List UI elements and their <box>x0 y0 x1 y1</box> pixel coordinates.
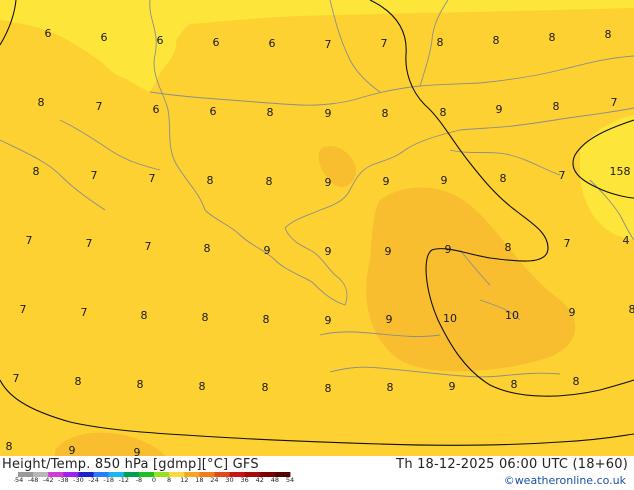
isotherm-value-label: 8 <box>33 165 40 178</box>
isotherm-value-label: 10 <box>505 309 519 322</box>
colorbar-tick-label: 18 <box>195 476 203 482</box>
isotherm-value-label: 7 <box>564 237 571 250</box>
isotherm-value-label: 8 <box>605 28 612 41</box>
colorbar-tick-label: 12 <box>180 476 188 482</box>
isotherm-value-label: 8 <box>267 106 274 119</box>
isotherm-value-label: 8 <box>500 172 507 185</box>
isotherm-value-label: 8 <box>440 106 447 119</box>
colorbar-tick-label: -18 <box>103 476 114 482</box>
isotherm-value-label: 8 <box>387 381 394 394</box>
isotherm-value-label: 8 <box>511 378 518 391</box>
isotherm-value-label: 9 <box>441 174 448 187</box>
isotherm-value-label: 6 <box>153 103 160 116</box>
isotherm-value-label: 7 <box>13 372 20 385</box>
isotherm-value-label: 8 <box>573 375 580 388</box>
isotherm-value-label: 7 <box>86 237 93 250</box>
isotherm-value-label: 8 <box>262 381 269 394</box>
weather-map: 6 6 6 6 6 7 7 8 8 8 8 8 7 6 6 8 9 8 8 9 8 7 8 7 7 8 8 9 9 9 8 7 158 7 7 7 8 9… <box>0 0 634 459</box>
isotherm-value-label: 7 <box>381 37 388 50</box>
isotherm-value-label: 8 <box>141 309 148 322</box>
colorbar-tick-label: -38 <box>58 476 69 482</box>
isotherm-value-label: 9 <box>325 314 332 327</box>
isotherm-value-label: 9 <box>386 313 393 326</box>
map-footer: Height/Temp. 850 hPa [gdmp][°C] GFS Th 1… <box>0 456 634 490</box>
isotherm-value-label: 9 <box>449 380 456 393</box>
colorbar-tick-label: 36 <box>241 476 249 482</box>
isotherm-value-label: 8 <box>263 313 270 326</box>
colorbar-tick-label: -48 <box>28 476 39 482</box>
isotherm-value-label: 9 <box>445 243 452 256</box>
colorbar-tick-label: -8 <box>136 476 142 482</box>
isotherm-value-label: 7 <box>20 303 27 316</box>
temperature-colorbar: -54 -48 -42 -38 -30 -24 -18 -12 -8 0 8 12 18 24 30 36 42… <box>14 472 294 482</box>
isotherm-value-label: 8 <box>493 34 500 47</box>
isotherm-value-label: 9 <box>325 107 332 120</box>
isotherm-value-label: 6 <box>101 31 108 44</box>
isotherm-value-label: 6 <box>213 36 220 49</box>
isotherm-value-label: 8 <box>437 36 444 49</box>
isotherm-value-label: 8 <box>204 242 211 255</box>
isotherm-value-label: 9 <box>264 244 271 257</box>
colorbar-tick-label: 8 <box>167 476 171 482</box>
colorbar-tick-label: 54 <box>286 476 294 482</box>
colorbar-tick-label: -12 <box>118 476 129 482</box>
colorbar-tick-label: -24 <box>88 476 99 482</box>
colorbar-tick-label: -54 <box>14 476 23 482</box>
isotherm-value-label: 8 <box>202 311 209 324</box>
isotherm-value-label: 8 <box>629 303 634 316</box>
isotherm-value-label: 8 <box>382 107 389 120</box>
isotherm-value-label: 8 <box>266 175 273 188</box>
isotherm-value-label: 10 <box>443 312 457 325</box>
isotherm-value-label: 8 <box>75 375 82 388</box>
isotherm-value-label: 7 <box>145 240 152 253</box>
isotherm-value-label: 8 <box>325 382 332 395</box>
isotherm-value-label: 7 <box>611 96 618 109</box>
isotherm-value-label: 8 <box>199 380 206 393</box>
colorbar-tick-label: 30 <box>225 476 233 482</box>
isotherm-value-label: 6 <box>210 105 217 118</box>
isotherm-value-label: 7 <box>96 100 103 113</box>
colorbar-tick-label: 0 <box>152 476 156 482</box>
colorbar-tick-label: -30 <box>73 476 84 482</box>
isotherm-value-label: 7 <box>91 169 98 182</box>
colorbar-tick-label: 24 <box>210 476 218 482</box>
isotherm-value-label: 8 <box>549 31 556 44</box>
isotherm-value-label: 6 <box>45 27 52 40</box>
colorbar-tick-label: 42 <box>256 476 264 482</box>
isotherm-value-label: 8 <box>137 378 144 391</box>
isotherm-value-label: 4 <box>623 234 630 247</box>
isotherm-value-label: 9 <box>385 245 392 258</box>
isotherm-value-label: 9 <box>496 103 503 116</box>
isotherm-value-label: 9 <box>325 176 332 189</box>
isotherm-value-label: 158 <box>610 165 631 178</box>
isotherm-value-label: 7 <box>81 306 88 319</box>
temperature-field <box>0 0 634 456</box>
colorbar-tick-label: 48 <box>271 476 279 482</box>
isotherm-value-label: 6 <box>157 34 164 47</box>
isotherm-value-label: 8 <box>505 241 512 254</box>
isotherm-value-label: 7 <box>325 38 332 51</box>
isotherm-value-label: 9 <box>383 175 390 188</box>
isotherm-value-label: 8 <box>6 440 13 453</box>
map-title: Height/Temp. 850 hPa [gdmp][°C] GFS <box>2 457 259 472</box>
isotherm-value-label: 7 <box>149 172 156 185</box>
isotherm-value-label: 6 <box>269 37 276 50</box>
isotherm-value-label: 7 <box>559 169 566 182</box>
isotherm-value-label: 8 <box>207 174 214 187</box>
isotherm-value-label: 9 <box>569 306 576 319</box>
isotherm-value-label: 8 <box>553 100 560 113</box>
forecast-datetime: Th 18-12-2025 06:00 UTC (18+60) <box>396 457 628 472</box>
credit-link[interactable]: ©weatheronline.co.uk <box>504 474 626 487</box>
colorbar-tick-label: -42 <box>43 476 54 482</box>
isotherm-value-label: 8 <box>38 96 45 109</box>
isotherm-value-label: 7 <box>26 234 33 247</box>
isotherm-value-label: 9 <box>325 245 332 258</box>
